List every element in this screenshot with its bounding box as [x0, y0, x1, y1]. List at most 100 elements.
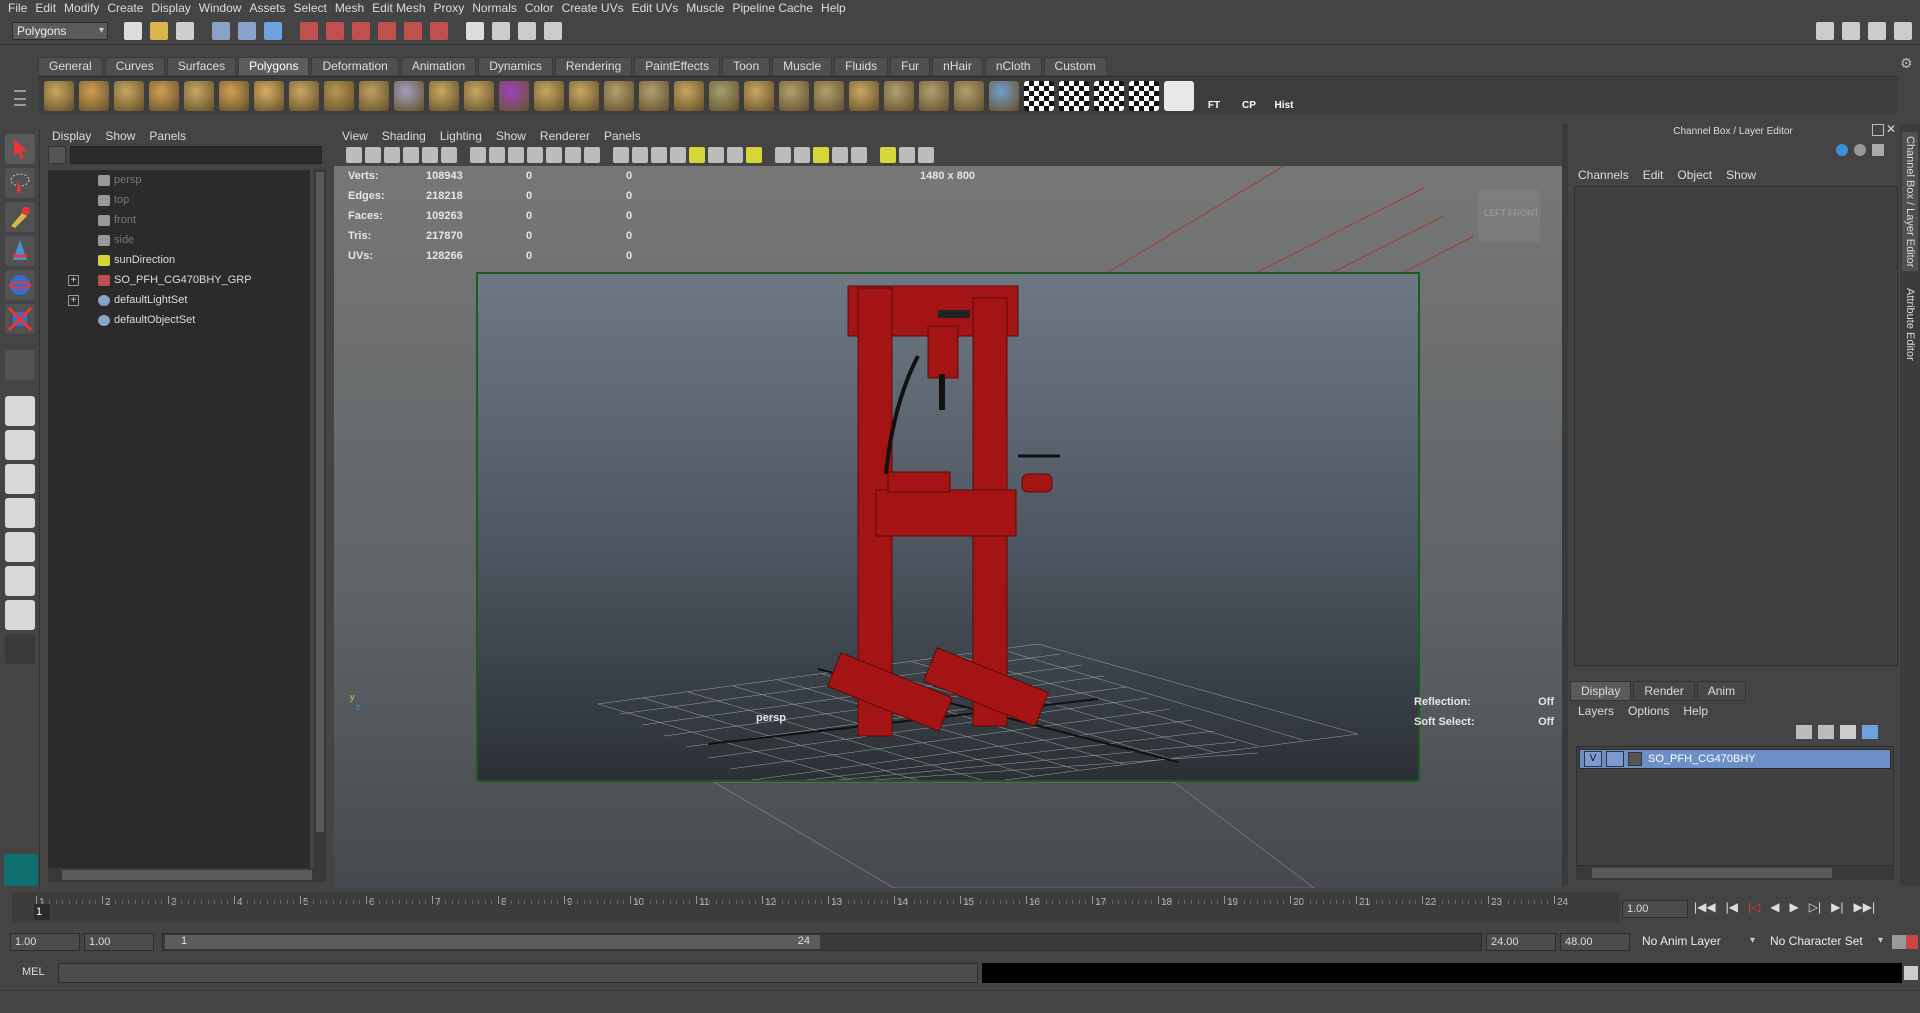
textured-icon[interactable] [651, 147, 667, 163]
expand-icon[interactable]: + [68, 275, 79, 286]
gate-mask-icon[interactable] [527, 147, 543, 163]
poly-pipe-icon[interactable] [359, 80, 389, 111]
last-tool-slot[interactable] [5, 350, 35, 380]
go-to-end-icon[interactable]: ▶▶| [1853, 900, 1875, 914]
poly-pyramid-icon[interactable] [289, 80, 319, 111]
shelf-tab-polygons[interactable]: Polygons [238, 57, 310, 75]
rotate-tool-icon[interactable] [5, 270, 35, 300]
outliner-item[interactable]: sunDirection [48, 250, 310, 270]
outliner-vertical-scrollbar[interactable] [314, 170, 326, 870]
animation-end-field[interactable]: 48.00 [1560, 933, 1630, 951]
shelf-tab-deformation[interactable]: Deformation [311, 57, 399, 75]
play-forward-icon[interactable]: ▶ [1790, 900, 1799, 914]
crease-icon[interactable] [814, 80, 844, 111]
render-view-icon[interactable] [466, 21, 484, 40]
outliner-menu-panels[interactable]: Panels [149, 129, 186, 143]
shelf-tab-animation[interactable]: Animation [400, 57, 477, 75]
xray-active-icon[interactable] [899, 147, 915, 163]
hud-toggle-icon[interactable] [918, 147, 934, 163]
shelf-tab-nhair[interactable]: nHair [932, 57, 983, 75]
new-layer-empty-icon[interactable] [1796, 725, 1812, 739]
checker-b-icon[interactable] [1059, 80, 1089, 111]
merge-icon[interactable] [709, 80, 739, 111]
camera-attributes-icon[interactable] [365, 147, 381, 163]
all-lights-icon[interactable] [689, 147, 705, 163]
grease-pencil-icon[interactable] [441, 147, 457, 163]
poly-prism-icon[interactable] [254, 80, 284, 111]
x-ray-joints-icon[interactable] [775, 147, 791, 163]
shelf-ft-button[interactable]: FT [1199, 81, 1229, 111]
poly-plane-icon[interactable] [184, 80, 214, 111]
shelf-tab-painteffects[interactable]: PaintEffects [634, 57, 721, 75]
new-scene-icon[interactable] [124, 21, 142, 40]
channel-box-side-tab[interactable]: Channel Box / Layer Editor [1902, 132, 1918, 272]
playback-start-field[interactable]: 1.00 [84, 933, 154, 951]
shelf-tab-fur[interactable]: Fur [890, 57, 931, 75]
render-settings-icon[interactable] [544, 21, 562, 40]
anim-layer-dropdown[interactable]: No Anim Layer [1638, 933, 1758, 951]
collapse-icon[interactable] [744, 80, 774, 111]
view-cube[interactable]: LEFT FRONT [1478, 190, 1540, 242]
tool-settings-toggle-icon[interactable] [1868, 21, 1886, 40]
view-cube-front-face[interactable]: FRONT [1508, 208, 1539, 218]
ipr-render-icon[interactable] [518, 21, 536, 40]
move-down-layer-icon[interactable] [1862, 725, 1878, 739]
outliner-menu-display[interactable]: Display [52, 129, 91, 143]
poly-cone-icon[interactable] [149, 80, 179, 111]
save-scene-icon[interactable] [176, 21, 194, 40]
menu-display[interactable]: Display [149, 0, 196, 16]
isolate-icon[interactable] [880, 147, 896, 163]
menu-assets[interactable]: Assets [247, 0, 291, 16]
channel-box-menu-edit[interactable]: Edit [1643, 168, 1664, 182]
layer-menu-layers[interactable]: Layers [1578, 704, 1614, 718]
transfer-icon[interactable] [849, 80, 879, 111]
delete-edge-icon[interactable] [779, 80, 809, 111]
preferences-icon[interactable] [1906, 935, 1918, 949]
combine-icon[interactable] [394, 80, 424, 111]
current-time-marker[interactable]: 1 [34, 904, 50, 920]
isolate-select-icon[interactable] [794, 147, 810, 163]
safe-title-icon[interactable] [584, 147, 600, 163]
layer-menu-options[interactable]: Options [1628, 704, 1669, 718]
sync-icon[interactable] [1854, 144, 1866, 156]
new-layer-selected-icon[interactable] [1818, 725, 1834, 739]
lasso-tool-icon[interactable] [5, 168, 35, 198]
uv-layout-icon[interactable] [5, 566, 35, 596]
single-pane-layout-icon[interactable] [5, 396, 35, 426]
grid-icon[interactable] [470, 147, 486, 163]
perspective-viewport[interactable]: Verts: 108943 0 0 Edges: 218218 0 0 Faces: 109263… [334, 166, 1562, 888]
shadows-icon[interactable] [708, 147, 724, 163]
move-up-layer-icon[interactable] [1840, 725, 1856, 739]
layer-name[interactable]: SO_PFH_CG470BHY [1648, 753, 1756, 765]
menu-file[interactable]: File [6, 0, 33, 16]
split-icon[interactable] [639, 80, 669, 111]
menu-proxy[interactable]: Proxy [432, 0, 471, 16]
wireframe-icon[interactable] [613, 147, 629, 163]
layer-row[interactable]: V SO_PFH_CG470BHY [1579, 749, 1891, 769]
menu-edit-uvs[interactable]: Edit UVs [630, 0, 685, 16]
graph-editor-layout-icon[interactable] [5, 498, 35, 528]
menu-edit[interactable]: Edit [33, 0, 62, 16]
menu-window[interactable]: Window [197, 0, 248, 16]
attribute-editor-side-tab[interactable]: Attribute Editor [1902, 284, 1918, 365]
outliner-item[interactable]: top [48, 190, 310, 210]
paint-select-icon[interactable] [5, 202, 35, 232]
hypershade-layout-icon[interactable] [5, 532, 35, 562]
bevel-icon[interactable] [534, 80, 564, 111]
menu-pipeline-cache[interactable]: Pipeline Cache [730, 0, 819, 16]
layer-color-swatch[interactable] [1628, 752, 1642, 766]
range-slider-handle[interactable]: 1 24 [165, 935, 820, 949]
camera-select-icon[interactable] [346, 147, 362, 163]
outliner-item[interactable]: persp [48, 170, 310, 190]
menu-modify[interactable]: Modify [62, 0, 105, 16]
layer-horizontal-scrollbar[interactable] [1576, 866, 1894, 880]
shelf-tab-fluids[interactable]: Fluids [834, 57, 889, 75]
x-ray-icon[interactable] [746, 147, 762, 163]
checker-a-icon[interactable] [1024, 80, 1054, 111]
playback-end-field[interactable]: 24.00 [1486, 933, 1556, 951]
shelf-tab-muscle[interactable]: Muscle [772, 57, 833, 75]
outliner-item[interactable]: + defaultLightSet [48, 290, 310, 310]
poly-torus-icon[interactable] [219, 80, 249, 111]
outliner-item[interactable]: side [48, 230, 310, 250]
range-slider-track[interactable]: 1 24 [162, 933, 1482, 951]
